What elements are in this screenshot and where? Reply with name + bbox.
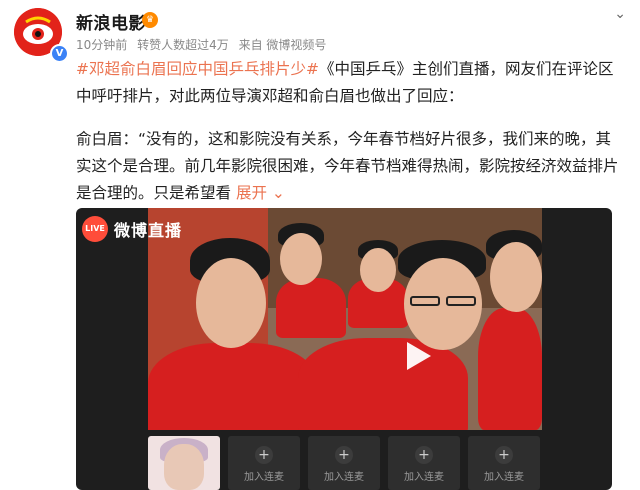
person-figure <box>478 308 542 430</box>
plus-icon: + <box>415 446 433 464</box>
join-seat-button[interactable]: + 加入连麦 <box>468 436 540 490</box>
more-chevron-icon[interactable]: ⌄ <box>614 6 626 22</box>
post-quote: 俞白眉：“没有的，这和影院没有关系，今年春节档好片很多，我们来的晚，其实这个是合… <box>76 126 624 207</box>
join-seat-label: 加入连麦 <box>324 472 364 483</box>
co-host-seat-bar: + 加入连麦 + 加入连麦 + 加入连麦 + 加入连麦 <box>76 432 612 490</box>
person-figure <box>148 343 318 430</box>
repost-count: 转赞人数超过4万 <box>137 38 229 52</box>
glasses <box>410 296 440 306</box>
verified-badge-icon: V <box>50 44 69 63</box>
chevron-down-icon: ⌄ <box>271 184 285 202</box>
quote-text: 俞白眉：“没有的，这和影院没有关系，今年春节档好片很多，我们来的晚，其实这个是合… <box>76 130 619 202</box>
join-seat-button[interactable]: + 加入连麦 <box>308 436 380 490</box>
person-figure <box>298 338 468 430</box>
join-seat-label: 加入连麦 <box>404 472 444 483</box>
glasses <box>446 296 476 306</box>
vip-badge-icon: ♛ <box>142 12 158 28</box>
expand-label: 展开 <box>235 184 267 202</box>
co-host-seat-user[interactable] <box>148 436 220 490</box>
join-seat-button[interactable]: + 加入连麦 <box>388 436 460 490</box>
person-head <box>360 248 396 292</box>
post-meta: 10分钟前 转赞人数超过4万 来自 微博视频号 <box>76 36 332 53</box>
user-face <box>164 444 204 490</box>
plus-icon: + <box>335 446 353 464</box>
person-head <box>490 242 542 312</box>
play-icon[interactable] <box>401 340 433 372</box>
hashtag-link[interactable]: #邓超俞白眉回应中国乒乓排片少# <box>76 60 319 78</box>
plus-icon: + <box>255 446 273 464</box>
video-frame <box>148 208 542 430</box>
join-seat-button[interactable]: + 加入连麦 <box>228 436 300 490</box>
post-source[interactable]: 来自 微博视频号 <box>239 38 327 52</box>
live-video-player[interactable]: LIVE 微博直播 + 加入连麦 + 加入连麦 + 加入连麦 + 加入连麦 <box>76 208 612 490</box>
person-figure <box>276 278 346 338</box>
person-head <box>280 233 322 285</box>
plus-icon: + <box>495 446 513 464</box>
join-seat-label: 加入连麦 <box>244 472 284 483</box>
weibo-live-badge: LIVE 微博直播 <box>82 216 182 242</box>
weibo-live-logo-icon: LIVE <box>82 216 108 242</box>
expand-link[interactable]: 展开 ⌄ <box>236 184 285 202</box>
person-head <box>196 258 266 348</box>
post-body: #邓超俞白眉回应中国乒乓排片少#《中国乒乓》主创们直播，网友们在评论区中呼吁排片… <box>76 56 624 110</box>
account-name[interactable]: 新浪电影 <box>76 9 146 34</box>
live-title: 微博直播 <box>114 221 183 240</box>
post-time: 10分钟前 <box>76 38 128 52</box>
join-seat-label: 加入连麦 <box>484 472 524 483</box>
